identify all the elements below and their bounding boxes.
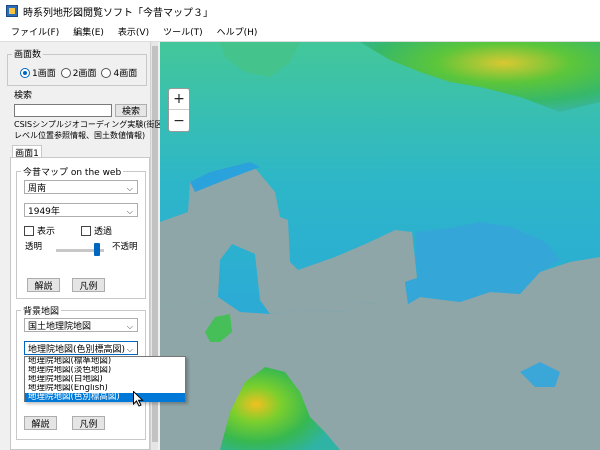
- show-checkbox-label: 表示: [37, 227, 56, 237]
- menu-help[interactable]: ヘルプ(H): [210, 25, 265, 38]
- menu-bar: ファイル(F) 編集(E) 表示(V) ツール(T) ヘルプ(H): [0, 22, 600, 42]
- dropdown-option-relief[interactable]: 地理院地図(色別標高図): [25, 393, 185, 402]
- transparent-checkbox-box[interactable]: [81, 225, 91, 236]
- dropdown-option-pale[interactable]: 地理院地図(淡色地図): [25, 366, 185, 375]
- relief-map: [160, 42, 600, 450]
- maptype-dropdown-list: 地理院地図(標準地図) 地理院地図(淡色地図) 地理院地図(白地図) 地理院地図…: [24, 356, 186, 402]
- chevron-down-icon: ⌵: [126, 207, 133, 216]
- opacity-right-label: 不透明: [112, 242, 138, 252]
- zoom-out-button[interactable]: −: [169, 110, 189, 131]
- provider-value: 国土地理院地図: [28, 321, 92, 332]
- chevron-down-icon: ⌵: [126, 322, 133, 331]
- background-legend-button[interactable]: 凡例: [72, 416, 105, 430]
- year-value: 1949年: [28, 206, 60, 217]
- search-button[interactable]: 検索: [115, 104, 147, 117]
- radio-1screen[interactable]: [20, 67, 30, 78]
- search-label: 検索: [14, 91, 33, 101]
- zoom-in-button[interactable]: +: [169, 89, 189, 110]
- provider-select[interactable]: 国土地理院地図 ⌵: [24, 318, 138, 332]
- transparent-checkbox-label: 透過: [94, 227, 113, 237]
- show-checkbox-box[interactable]: [24, 225, 34, 236]
- radio-2screen-label: 2画面: [72, 69, 97, 79]
- maptype-select[interactable]: 地理院地図(色別標高図) ⌵: [24, 341, 138, 355]
- konjaku-legend-button[interactable]: 凡例: [72, 278, 105, 292]
- window-title: 時系列地形図閲覧ソフト「今昔マップ３」: [23, 7, 213, 19]
- app-icon: [6, 5, 18, 17]
- mouse-cursor-icon: [133, 391, 144, 407]
- screens-label: 画面数: [12, 47, 44, 60]
- konjaku-explain-button[interactable]: 解説: [27, 278, 60, 292]
- map-view[interactable]: [160, 42, 600, 450]
- title-bar: 時系列地形図閲覧ソフト「今昔マップ３」: [0, 0, 600, 22]
- search-note-line1: CSISシンプルジオコーディング実験(街区: [14, 120, 163, 129]
- radio-1screen-label: 1画面: [32, 69, 56, 79]
- opacity-left-label: 透明: [25, 242, 43, 252]
- background-explain-button[interactable]: 解説: [24, 416, 57, 430]
- konjaku-label: 今昔マップ on the web: [21, 165, 124, 178]
- year-select[interactable]: 1949年 ⌵: [24, 203, 138, 217]
- dropdown-option-english[interactable]: 地理院地図(English): [25, 384, 185, 393]
- radio-2screen[interactable]: [60, 67, 71, 78]
- region-value: 周南: [28, 183, 47, 194]
- background-label: 背景地図: [21, 304, 62, 317]
- menu-file[interactable]: ファイル(F): [4, 25, 66, 38]
- region-select[interactable]: 周南 ⌵: [24, 180, 138, 194]
- dropdown-option-blank[interactable]: 地理院地図(白地図): [25, 375, 185, 384]
- dropdown-option-standard[interactable]: 地理院地図(標準地図): [25, 357, 185, 366]
- search-input[interactable]: [14, 104, 112, 117]
- transparent-checkbox[interactable]: 透過: [81, 224, 112, 237]
- screens-options: 1画面 2画面 4画面: [20, 66, 142, 79]
- menu-edit[interactable]: 編集(E): [66, 25, 111, 38]
- chevron-down-icon: ⌵: [126, 345, 133, 354]
- chevron-down-icon: ⌵: [126, 184, 133, 193]
- menu-tools[interactable]: ツール(T): [156, 25, 210, 38]
- opacity-slider-thumb[interactable]: [93, 243, 100, 256]
- show-checkbox[interactable]: 表示: [24, 224, 55, 237]
- menu-view[interactable]: 表示(V): [111, 25, 156, 38]
- search-note-line2: レベル位置参照情報、国土数値情報): [14, 131, 146, 140]
- zoom-control: + −: [168, 88, 190, 132]
- maptype-value: 地理院地図(色別標高図): [28, 344, 126, 355]
- radio-4screen[interactable]: [101, 67, 112, 78]
- radio-4screen-label: 4画面: [113, 69, 138, 79]
